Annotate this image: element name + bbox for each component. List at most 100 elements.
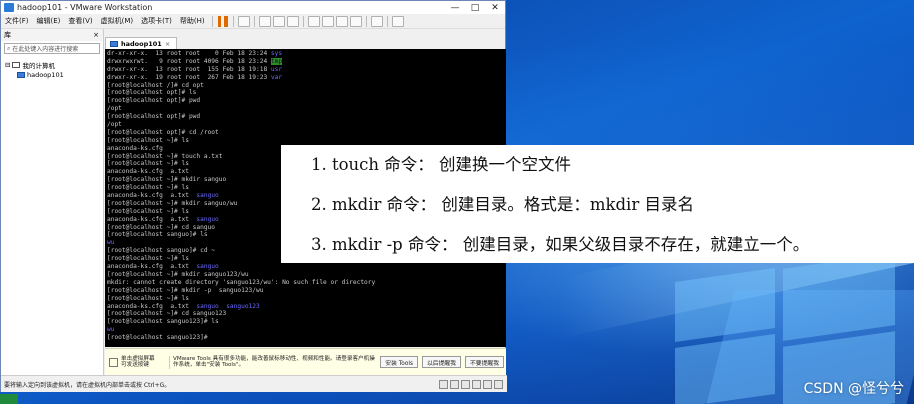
console-line: [root@localhost opt]# pwd (107, 97, 504, 105)
console-text: [root@localhost sanguo123]# (107, 334, 208, 342)
console-text: [root@localhost ~]# mkdir sanguo123/wu (107, 270, 249, 278)
console-text: [root@localhost sanguo]# cd ~ (107, 247, 216, 255)
vm-icon (17, 72, 25, 78)
console-line: [root@localhost ~]# cd sanguo123 (107, 310, 504, 318)
tree-item-label: hadoop101 (27, 71, 64, 79)
hard-disk-icon[interactable] (439, 379, 448, 389)
tab-label: hadoop101 (121, 39, 162, 48)
console-line: [root@localhost opt]# cd /root (107, 129, 504, 137)
console-text: anaconda-ks.cfg a.txt (107, 263, 197, 271)
console-text: [root@localhost ~]# cd sanguo (107, 223, 216, 231)
console-text: anaconda-ks.cfg a.txt (107, 302, 197, 310)
collapse-icon[interactable]: ⊟ (5, 61, 10, 69)
console-text: [root@localhost opt]# pwd (107, 97, 201, 105)
vmware-logo-icon (4, 3, 14, 12)
minimize-button[interactable]: — (445, 3, 465, 13)
console-text: mkdir: cannot create directory 'sanguo12… (107, 278, 376, 286)
thumbnail-view-icon[interactable] (321, 15, 334, 27)
menu-file[interactable]: 文件(F) (1, 16, 33, 26)
tree-item-label: 我的计算机 (22, 62, 55, 70)
console-line: drwxr-xr-x. 19 root root 267 Feb 18 19:2… (107, 74, 504, 82)
console-line: [root@localhost ~]# mkdir sanguo123/wu (107, 271, 504, 279)
menu-edit[interactable]: 编辑(E) (33, 16, 65, 26)
console-text: [root@localhost ~]# mkdir sanguo/wu (107, 199, 238, 207)
console-text: drwxr-xr-x. 13 root root 155 Feb 18 19:1… (107, 65, 271, 73)
install-tools-button[interactable]: 安装 Tools (380, 356, 418, 368)
close-button[interactable]: ✕ (485, 3, 505, 13)
console-colored-text: usr (270, 65, 283, 73)
console-line: [root@localhost ~]# ls (107, 137, 504, 145)
tab-close-icon[interactable]: × (165, 40, 170, 48)
title-bar: hadoop101 - VMware Workstation — □ ✕ (1, 1, 505, 14)
hint-click-screen-text: 单击虚拟屏幕 可发送按键 (121, 355, 155, 369)
annotation-mkdir: 2. mkdir 命令： 创建目录。格式是：mkdir 目录名 (311, 195, 694, 214)
send-ctrl-alt-del-icon[interactable] (237, 15, 250, 27)
snapshot-icon[interactable] (258, 15, 271, 27)
library-search-input[interactable]: ⌕ 在此处键入内容进行搜索 (4, 43, 100, 54)
cd-rom-icon[interactable] (450, 379, 459, 389)
console-colored-text: wu (107, 239, 115, 247)
console-line: drwxrwxrwt. 9 root root 4096 Feb 18 23:2… (107, 57, 504, 66)
display-icon[interactable] (494, 379, 503, 389)
annotation-mkdir-p: 3. mkdir -p 命令： 创建目录，如果父级目录不存在，就建立一个。 (311, 235, 810, 254)
menu-bar: 文件(F) 编辑(E) 查看(V) 虚拟机(M) 选项卡(T) 帮助(H) (1, 14, 505, 29)
library-view-icon[interactable] (307, 15, 320, 27)
console-line: [root@localhost opt]# pwd (107, 113, 504, 121)
console-view-icon[interactable] (370, 15, 383, 27)
library-header: 库 × (1, 29, 103, 41)
snapshot-manager-icon[interactable] (286, 15, 299, 27)
tree-item-hadoop101[interactable]: hadoop101 (5, 70, 99, 80)
menu-view[interactable]: 查看(V) (64, 16, 96, 26)
console-line: [root@localhost sanguo123]# (107, 334, 504, 342)
console-text: [root@localhost ~]# ls (107, 255, 189, 263)
device-icons (439, 379, 507, 389)
search-placeholder: 在此处键入内容进行搜索 (12, 46, 79, 53)
unity-icon[interactable] (349, 15, 362, 27)
console-text: anaconda-ks.cfg a.txt (107, 215, 197, 223)
console-text: anaconda-ks.cfg a.txt (107, 168, 189, 176)
library-close-icon[interactable]: × (93, 31, 99, 39)
network-icon[interactable] (461, 379, 470, 389)
console-line: anaconda-ks.cfg a.txt sanguo (107, 263, 504, 271)
menu-help[interactable]: 帮助(H) (176, 16, 209, 26)
sound-icon[interactable] (483, 379, 492, 389)
status-text: 要将输入定向到该虚拟机，请在虚拟机内部单击或按 Ctrl+G。 (4, 381, 171, 389)
console-line: [root@localhost ~]# ls (107, 295, 504, 303)
pause-icon[interactable] (217, 15, 228, 27)
never-remind-button[interactable]: 不要提醒我 (465, 356, 504, 368)
library-title: 库 (4, 31, 11, 39)
tree-item-my-computer[interactable]: ⊟ 我的计算机 (5, 60, 99, 70)
stretch-guest-icon[interactable] (391, 15, 404, 27)
menu-tabs[interactable]: 选项卡(T) (137, 16, 176, 26)
console-text: anaconda-ks.cfg (107, 144, 163, 152)
menu-vm[interactable]: 虚拟机(M) (97, 16, 138, 26)
library-tree: ⊟ 我的计算机 hadoop101 (1, 56, 103, 84)
console-text: /opt (107, 105, 122, 113)
csdn-watermark: CSDN @怪兮兮 (803, 381, 904, 397)
taskbar-app-icon[interactable] (0, 394, 18, 404)
console-colored-text: tmp (270, 57, 283, 65)
tab-strip: hadoop101 × (105, 37, 178, 49)
console-line: [root@localhost sanguo123]# ls (107, 318, 504, 326)
console-text: [root@localhost sanguo]# ls (107, 231, 208, 239)
console-line: mkdir: cannot create directory 'sanguo12… (107, 279, 504, 287)
maximize-button[interactable]: □ (465, 3, 485, 13)
console-line: [root@localhost /]# cd opt (107, 82, 504, 90)
console-text: anaconda-ks.cfg a.txt (107, 192, 197, 200)
console-text: [root@localhost opt]# cd /root (107, 128, 219, 136)
console-line: /opt (107, 105, 504, 113)
console-text: [root@localhost ~]# ls (107, 160, 189, 168)
hint-message: VMware Tools 具有很多功能，能改善鼠标移动性、视频和性能。请登录客户… (169, 355, 378, 369)
fullscreen-icon[interactable] (335, 15, 348, 27)
usb-icon[interactable] (472, 379, 481, 389)
computer-icon (12, 62, 21, 68)
status-bar: 要将输入定向到该虚拟机，请在虚拟机内部单击或按 Ctrl+G。 (1, 375, 507, 392)
console-text: [root@localhost ~]# cd sanguo123 (107, 310, 227, 318)
revert-snapshot-icon[interactable] (272, 15, 285, 27)
remind-later-button[interactable]: 以后提醒我 (422, 356, 461, 368)
console-colored-text: sanguo sanguo123 (196, 302, 260, 310)
console-text: [root@localhost ~]# ls (107, 294, 189, 302)
console-line: drwxr-xr-x. 13 root root 155 Feb 18 19:1… (107, 66, 504, 74)
console-text: drwxr-xr-x. 19 root root 267 Feb 18 19:2… (107, 73, 271, 81)
tab-hadoop101[interactable]: hadoop101 × (105, 37, 178, 49)
